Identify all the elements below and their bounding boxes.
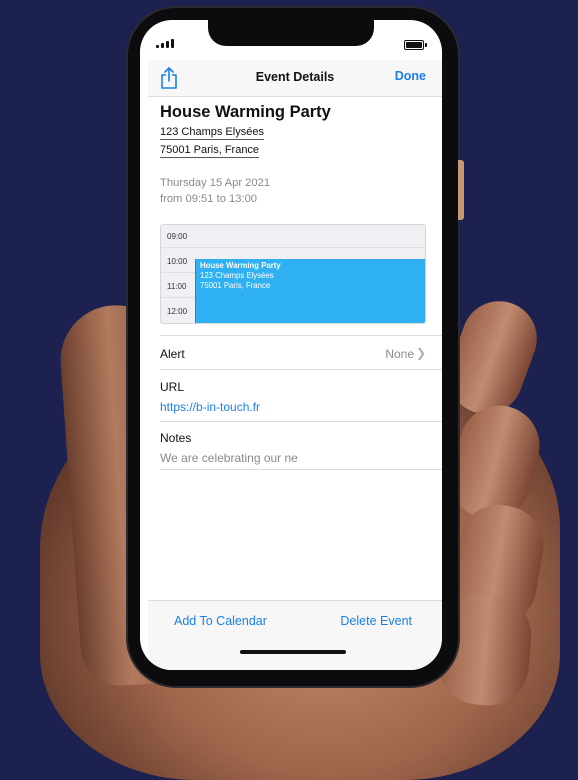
signal-icon bbox=[156, 38, 174, 48]
address-line-1[interactable]: 123 Champs Elysées bbox=[160, 126, 264, 140]
event-summary: House Warming Party 123 Champs Elysées 7… bbox=[160, 100, 442, 207]
phone-screen: Event Details Done House Warming Party 1… bbox=[140, 20, 442, 670]
delete-event-button[interactable]: Delete Event bbox=[340, 614, 412, 628]
home-indicator[interactable] bbox=[240, 650, 346, 654]
event-title: House Warming Party bbox=[160, 103, 331, 121]
calendar-event-block[interactable]: House Warming Party 123 Champs Elysées 7… bbox=[195, 259, 425, 323]
hour-line bbox=[161, 247, 425, 248]
url-link[interactable]: https://b-in-touch.fr bbox=[160, 400, 260, 414]
done-button[interactable]: Done bbox=[395, 69, 426, 83]
address-line-2[interactable]: 75001 Paris, France bbox=[160, 144, 260, 158]
day-preview-calendar[interactable]: 09:00 10:00 11:00 12:00 House Warming Pa… bbox=[160, 224, 426, 324]
alert-label: Alert bbox=[160, 347, 185, 361]
notes-text: We are celebrating our ne bbox=[160, 451, 298, 465]
battery-icon bbox=[404, 40, 427, 50]
calendar-event-address1: 123 Champs Elysées bbox=[200, 271, 274, 280]
notch bbox=[208, 20, 374, 46]
url-row: URL https://b-in-touch.fr bbox=[160, 369, 442, 422]
alert-row[interactable]: Alert None ❯ bbox=[160, 335, 442, 370]
time-label: 11:00 bbox=[167, 282, 187, 291]
navigation-bar: Event Details Done bbox=[148, 60, 442, 97]
url-label: URL bbox=[160, 380, 185, 394]
divider bbox=[160, 469, 442, 470]
calendar-event-address2: 75001 Paris, France bbox=[200, 281, 271, 290]
notes-label: Notes bbox=[160, 431, 192, 445]
time-label: 09:00 bbox=[167, 232, 188, 241]
time-label: 10:00 bbox=[167, 257, 188, 266]
calendar-event-title: House Warming Party bbox=[200, 261, 281, 270]
chevron-right-icon: ❯ bbox=[415, 346, 426, 360]
event-datetime: Thursday 15 Apr 2021 from 09:51 to 13:00 bbox=[160, 175, 442, 207]
event-date: Thursday 15 Apr 2021 bbox=[160, 177, 271, 189]
time-label: 12:00 bbox=[167, 307, 188, 316]
notes-row: Notes We are celebrating our ne bbox=[160, 421, 442, 470]
add-to-calendar-button[interactable]: Add To Calendar bbox=[174, 614, 267, 628]
bottom-toolbar: Add To Calendar Delete Event bbox=[148, 600, 442, 670]
alert-value: None bbox=[385, 347, 414, 361]
phone-side-button bbox=[458, 160, 464, 220]
event-time-range: from 09:51 to 13:00 bbox=[160, 193, 258, 205]
